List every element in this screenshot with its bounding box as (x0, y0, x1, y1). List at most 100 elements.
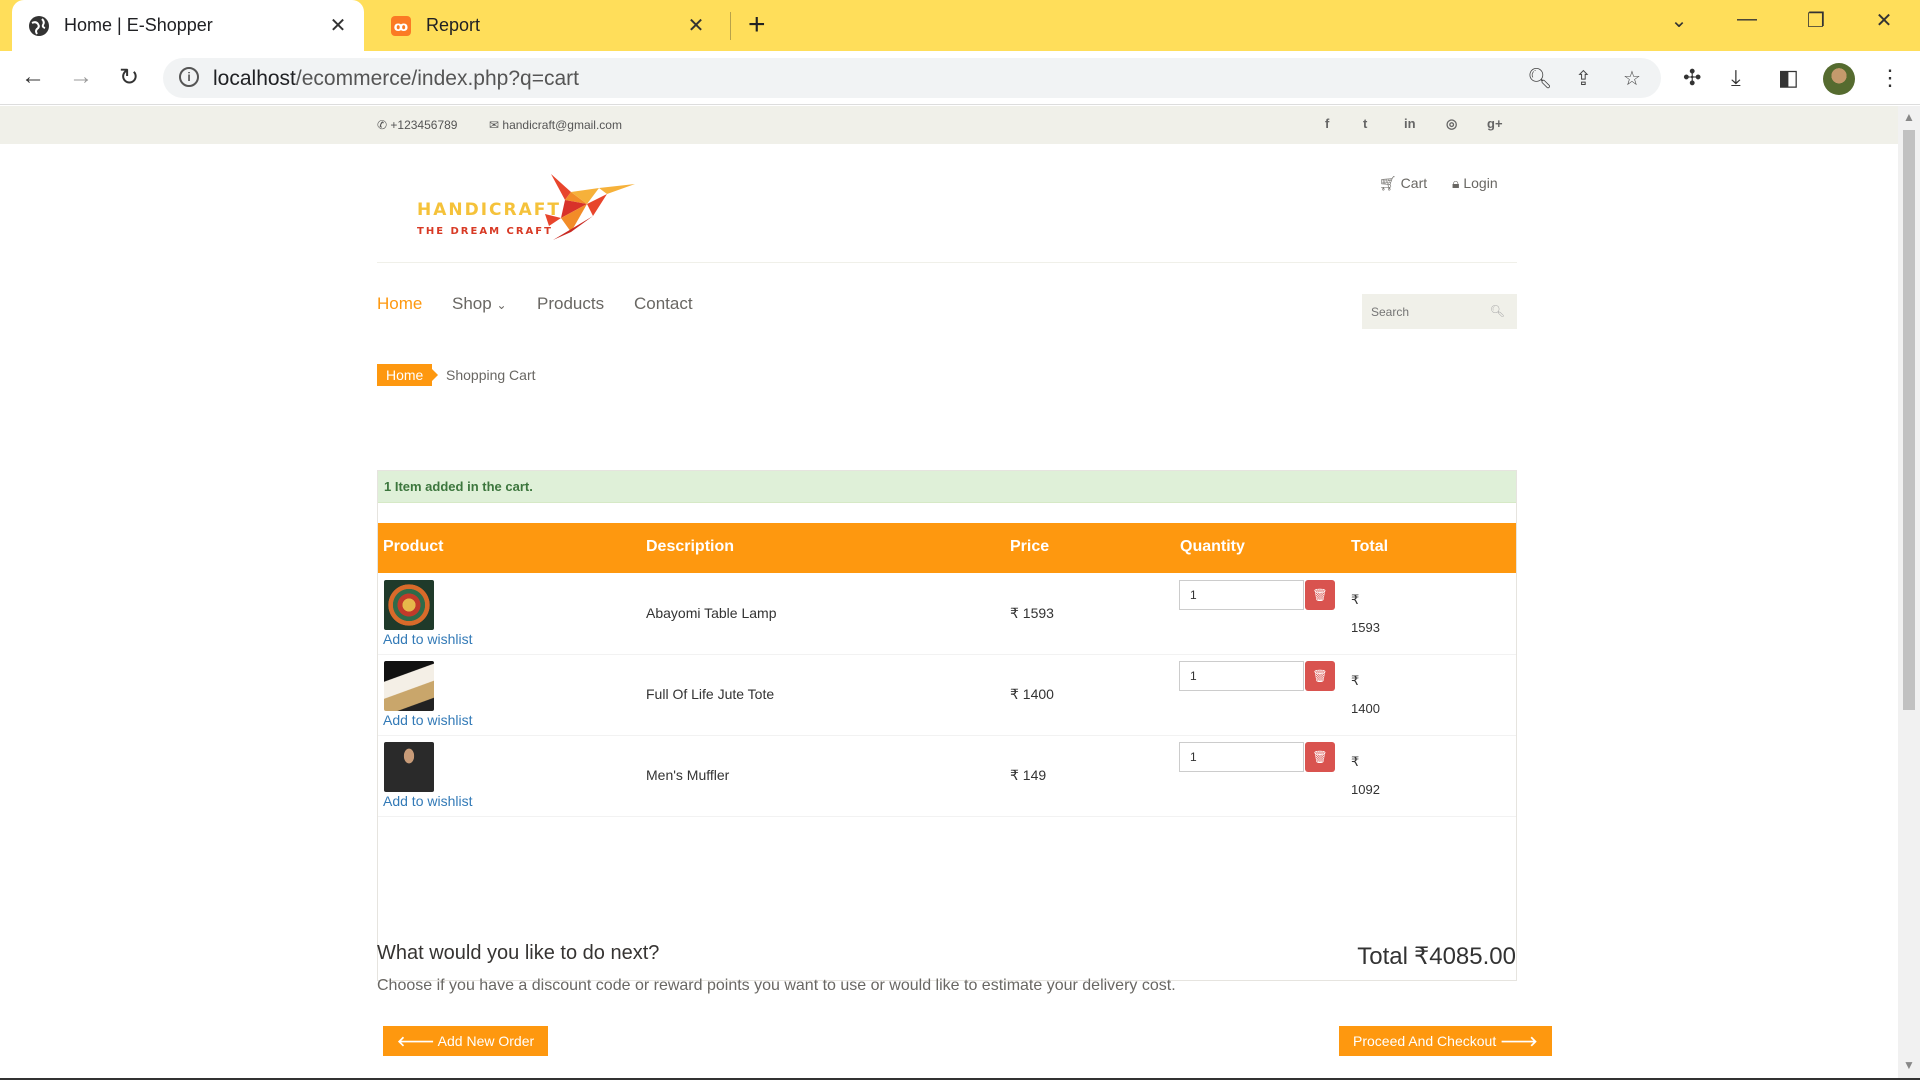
quantity-input[interactable] (1179, 580, 1304, 610)
scrollbar-thumb[interactable] (1903, 130, 1915, 710)
product-image[interactable] (384, 742, 434, 792)
email-address: handicraft@gmail.com (502, 118, 622, 132)
product-description: Full Of Life Jute Tote (646, 686, 775, 702)
search-input[interactable] (1362, 294, 1487, 329)
currency-symbol: ₹ (1351, 673, 1360, 688)
search-box: 🔍︎ (1362, 294, 1517, 329)
grand-total: Total ₹4085.00 (1357, 942, 1516, 971)
address-bar[interactable]: i localhost/ecommerce/index.php?q=cart 🔍… (163, 58, 1661, 98)
delete-item-button[interactable]: 🗑︎ (1305, 580, 1335, 610)
nav-shop[interactable]: Shop ⌄ (452, 294, 507, 314)
row-total: 1092 (1351, 782, 1380, 797)
scroll-down-icon[interactable]: ▼ (1903, 1058, 1915, 1072)
next-steps-description: Choose if you have a discount code or re… (377, 977, 1176, 994)
header-cart-link[interactable]: 🛒︎ Cart (1379, 175, 1427, 192)
twitter-icon[interactable]: t (1363, 116, 1367, 131)
site-info-icon[interactable]: i (179, 67, 199, 87)
tab-report[interactable]: ꝏ Report ✕ (378, 0, 718, 51)
close-tab-icon[interactable]: ✕ (328, 13, 348, 38)
linkedin-icon[interactable]: in (1404, 116, 1416, 131)
url-host: localhost (213, 67, 296, 90)
new-tab-button[interactable]: + (748, 8, 766, 42)
add-new-order-button[interactable]: 🡐 Add New Order (383, 1026, 549, 1056)
site-logo[interactable]: HANDICRAFT THE DREAM CRAFT (413, 170, 635, 250)
add-to-wishlist-link[interactable]: Add to wishlist (383, 631, 472, 647)
header-divider (377, 262, 1517, 263)
nav-contact[interactable]: Contact (634, 294, 693, 314)
facebook-icon[interactable]: f (1325, 116, 1329, 131)
tab-home-eshopper[interactable]: Home | E-Shopper ✕ (12, 0, 364, 51)
extensions-icon[interactable]: ✣ (1683, 65, 1701, 91)
forward-icon[interactable]: → (66, 63, 96, 91)
proceed-checkout-label: Proceed And Checkout (1353, 1033, 1497, 1049)
xampp-icon: ꝏ (391, 15, 411, 36)
breadcrumb-current: Shopping Cart (446, 367, 536, 383)
cart-table-header: Product Description Price Quantity Total (378, 523, 1516, 573)
header-description: Description (646, 538, 735, 555)
share-icon[interactable]: ⇪ (1575, 66, 1592, 91)
cart-label: Cart (1400, 175, 1428, 191)
nav-home[interactable]: Home (377, 294, 422, 314)
add-to-wishlist-link[interactable]: Add to wishlist (383, 793, 472, 809)
dribbble-icon[interactable]: ◎ (1446, 116, 1457, 132)
delete-item-button[interactable]: 🗑︎ (1305, 742, 1335, 772)
currency-symbol: ₹ (1351, 754, 1360, 769)
nav-products[interactable]: Products (537, 294, 604, 314)
header-total: Total (1351, 538, 1389, 555)
row-total: 1593 (1351, 620, 1380, 635)
scroll-up-icon[interactable]: ▲ (1903, 110, 1915, 124)
header-price: Price (1010, 538, 1050, 555)
trash-icon: 🗑︎ (1312, 669, 1328, 683)
lock-icon: 🔒︎ (1452, 175, 1460, 191)
header-quantity: Quantity (1180, 538, 1245, 555)
reload-icon[interactable]: ↻ (114, 63, 144, 92)
zoom-icon[interactable]: 🔍︎ (1527, 66, 1552, 91)
url-text: localhost/ecommerce/index.php?q=cart (213, 67, 579, 91)
breadcrumb-home[interactable]: Home (377, 364, 439, 386)
web-page: ✆ +123456789 ✉ handicraft@gmail.com f t … (0, 106, 1898, 1080)
login-label: Login (1463, 175, 1498, 191)
trash-icon: 🗑︎ (1312, 750, 1328, 764)
side-panel-icon[interactable]: ◧ (1778, 65, 1799, 91)
add-to-wishlist-link[interactable]: Add to wishlist (383, 712, 472, 728)
trash-icon: 🗑︎ (1312, 588, 1328, 602)
download-icon[interactable]: ⤓ (1731, 65, 1741, 91)
product-image[interactable] (384, 661, 434, 711)
proceed-checkout-button[interactable]: Proceed And Checkout 🡒 (1339, 1026, 1552, 1056)
bookmark-star-icon[interactable]: ☆ (1623, 66, 1641, 91)
product-description: Abayomi Table Lamp (646, 605, 777, 621)
globe-icon (29, 15, 49, 36)
header-login-link[interactable]: 🔒︎ Login (1452, 175, 1498, 192)
product-description: Men's Muffler (646, 767, 730, 783)
product-price: ₹ 1400 (1010, 686, 1054, 702)
chevron-down-icon: ⌄ (496, 298, 507, 312)
arrow-left-icon: 🡐 (397, 1033, 435, 1049)
tab-title: Report (426, 15, 481, 35)
quantity-input[interactable] (1179, 661, 1304, 691)
table-row: Add to wishlist Abayomi Table Lamp ₹ 159… (378, 574, 1516, 655)
tab-search-dropdown-icon[interactable]: ⌄ (1664, 8, 1694, 33)
header-product: Product (383, 538, 444, 555)
menu-icon[interactable]: ⋮ (1879, 65, 1901, 91)
quantity-input[interactable] (1179, 742, 1304, 772)
tab-separator (730, 12, 731, 40)
product-image[interactable] (384, 580, 434, 630)
google-plus-icon[interactable]: g+ (1487, 116, 1503, 131)
page-scrollbar[interactable]: ▲ ▼ (1898, 106, 1920, 1080)
browser-tab-bar: Home | E-Shopper ✕ ꝏ Report ✕ + ⌄ — ❐ ✕ (0, 0, 1920, 51)
product-price: ₹ 1593 (1010, 605, 1054, 621)
contact-topbar: ✆ +123456789 ✉ handicraft@gmail.com f t … (0, 106, 1898, 144)
phone-contact: ✆ +123456789 (377, 118, 457, 132)
back-icon[interactable]: ← (18, 63, 48, 91)
minimize-icon[interactable]: — (1732, 8, 1762, 31)
profile-avatar[interactable] (1823, 63, 1855, 95)
close-tab-icon[interactable]: ✕ (686, 13, 706, 38)
email-contact: ✉ handicraft@gmail.com (489, 118, 622, 132)
search-icon[interactable]: 🔍︎ (1490, 304, 1505, 318)
delete-item-button[interactable]: 🗑︎ (1305, 661, 1335, 691)
close-window-icon[interactable]: ✕ (1869, 8, 1899, 33)
phone-number: +123456789 (390, 118, 458, 132)
restore-icon[interactable]: ❐ (1801, 8, 1831, 33)
svg-text:ꝏ: ꝏ (394, 20, 408, 35)
grand-total-label: Total (1357, 943, 1408, 970)
